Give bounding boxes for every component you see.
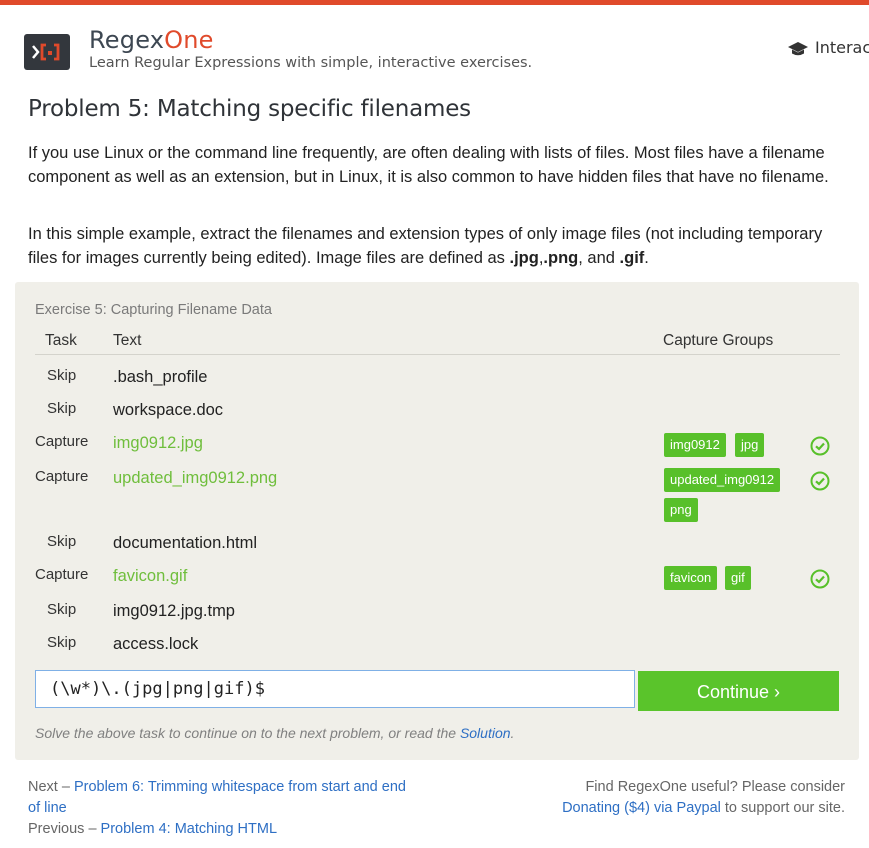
- lesson-navigation: Next – Problem 6: Trimming whitespace fr…: [28, 777, 408, 840]
- instructions-text: In this simple example, extract the file…: [28, 225, 823, 267]
- hint-text: Solve the above task to continue on to t…: [35, 725, 514, 741]
- interactive-tutorial-link[interactable]: Interactive: [787, 38, 869, 57]
- exercise-title: Exercise 5: Capturing Filename Data: [35, 302, 272, 318]
- column-header-capture-groups: Capture Groups: [663, 332, 774, 349]
- test-string: workspace.doc: [113, 401, 224, 419]
- test-string: updated_img0912.png: [113, 469, 278, 487]
- capture-group-tag: png: [664, 498, 698, 522]
- sep-and: , and: [578, 248, 620, 267]
- exercise-panel: Exercise 5: Capturing Filename Data Task…: [15, 282, 859, 760]
- hint-end: .: [510, 725, 515, 741]
- test-string: .bash_profile: [113, 368, 208, 386]
- task-label: Capture: [35, 468, 89, 485]
- column-header-task: Task: [45, 332, 77, 349]
- regex-input[interactable]: [35, 670, 635, 708]
- previous-lesson-link[interactable]: Problem 4: Matching HTML: [101, 821, 277, 837]
- task-label: Skip: [47, 400, 77, 417]
- site-title-one: One: [164, 26, 214, 54]
- support-text: Find RegexOne useful? Please consider: [585, 779, 845, 795]
- site-title[interactable]: RegexOne: [89, 26, 214, 54]
- check-circle-icon: [810, 569, 830, 589]
- problem-instructions: In this simple example, extract the file…: [28, 223, 848, 270]
- check-circle-icon: [810, 471, 830, 491]
- capture-group-tag: img0912: [664, 433, 726, 457]
- capture-group-tag: jpg: [735, 433, 765, 457]
- next-lesson: Next – Problem 6: Trimming whitespace fr…: [28, 777, 408, 819]
- graduation-cap-icon: [788, 42, 808, 56]
- problem-description: If you use Linux or the command line fre…: [28, 144, 829, 186]
- capture-group-tag: favicon: [664, 566, 718, 590]
- task-label: Skip: [47, 367, 77, 384]
- previous-lesson: Previous – Problem 4: Matching HTML: [28, 819, 408, 840]
- capture-group-tag: gif: [725, 566, 751, 590]
- task-label: Skip: [47, 533, 77, 550]
- check-circle-icon: [810, 436, 830, 456]
- top-accent-bar: [0, 0, 869, 5]
- task-label: Capture: [35, 566, 89, 583]
- site-tagline: Learn Regular Expressions with simple, i…: [89, 55, 533, 71]
- next-prefix: Next –: [28, 779, 74, 795]
- interactive-label: Interactive: [815, 38, 869, 57]
- test-string: img0912.jpg.tmp: [113, 602, 235, 620]
- solution-link[interactable]: Solution: [460, 725, 511, 741]
- sep-period: .: [644, 248, 649, 267]
- capture-group-tag: updated_img0912: [664, 468, 781, 492]
- test-string: documentation.html: [113, 534, 257, 552]
- test-string: favicon.gif: [113, 567, 188, 585]
- hint-message: Solve the above task to continue on to t…: [35, 725, 460, 741]
- header-divider: [35, 354, 840, 355]
- ext-jpg: .jpg: [509, 248, 539, 267]
- task-label: Capture: [35, 433, 89, 450]
- task-label: Skip: [47, 601, 77, 618]
- problem-title: Problem 5: Matching specific filenames: [28, 96, 471, 122]
- ext-png: .png: [543, 248, 579, 267]
- support-end: to support our site.: [720, 800, 845, 816]
- site-title-regex: Regex: [89, 26, 165, 54]
- previous-prefix: Previous –: [28, 821, 101, 837]
- next-lesson-link[interactable]: Problem 6: Trimming whitespace from star…: [28, 779, 406, 816]
- column-header-text: Text: [113, 332, 142, 349]
- donate-link[interactable]: Donating ($4) via Paypal: [562, 800, 721, 816]
- task-label: Skip: [47, 634, 77, 651]
- continue-button[interactable]: Continue ›: [638, 671, 839, 711]
- test-string: access.lock: [113, 635, 199, 653]
- regexone-logo-icon[interactable]: [24, 34, 70, 70]
- support-message: Find RegexOne useful? Please consider Do…: [525, 777, 845, 819]
- ext-gif: .gif: [619, 248, 645, 267]
- test-string: img0912.jpg: [113, 434, 203, 452]
